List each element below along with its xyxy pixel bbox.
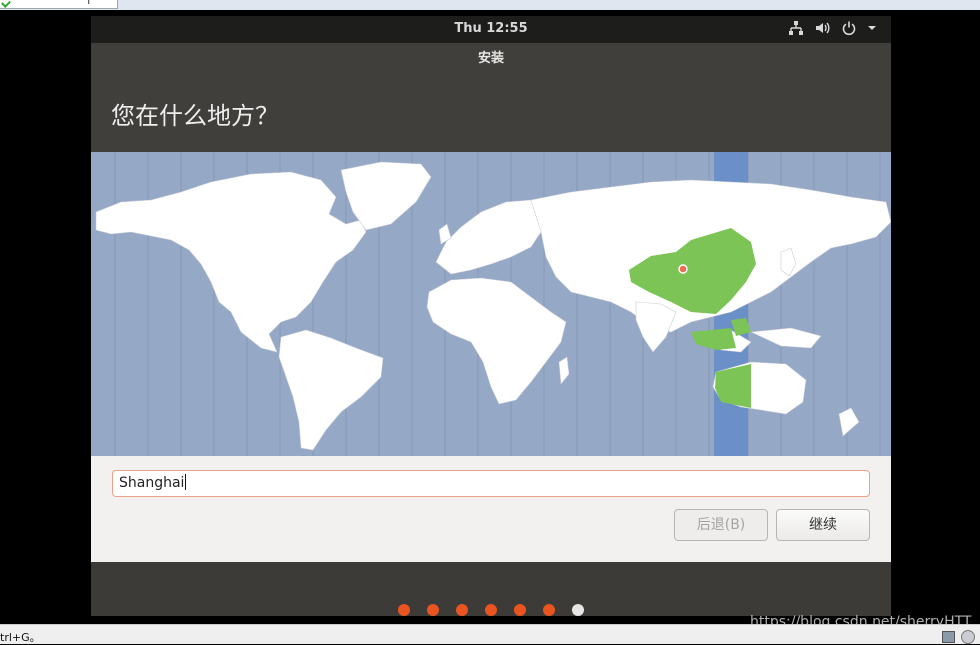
world-landmass [95,161,891,451]
progress-dot [543,604,555,616]
status-hint: trl+G。 [0,631,41,644]
top-panel: Thu 12:55 [91,16,891,43]
location-input[interactable]: Shanghai [112,470,870,497]
progress-dot [456,604,468,616]
network-status-icon[interactable] [961,630,975,644]
back-button[interactable]: 后退(B) [674,509,768,541]
timezone-map[interactable] [91,152,891,456]
host-status-bar: trl+G。 [0,624,980,644]
display-icon[interactable] [942,631,955,643]
network-icon[interactable] [788,20,804,36]
continue-button[interactable]: 继续 [776,509,870,541]
host-window-top-strip: T [0,0,980,10]
host-tab[interactable]: T [0,0,118,9]
volume-icon[interactable] [814,20,831,36]
selected-city-marker[interactable] [678,264,688,274]
system-tray[interactable] [788,20,877,36]
progress-dot [572,604,584,616]
window-title: 安装 [91,43,891,75]
power-icon[interactable] [841,20,857,36]
progress-dot [485,604,497,616]
page-title: 您在什么地方？ [111,102,279,130]
header-area: 您在什么地方？ [91,75,891,152]
progress-dot [514,604,526,616]
ubuntu-installer-screen: Thu 12:55 安装 您在什么地方？ Shanghai 后退(B) 继续 [91,16,891,616]
location-input-value: Shanghai [119,475,185,491]
check-icon [1,0,11,8]
location-form: Shanghai 后退(B) 继续 [91,456,891,562]
clock[interactable]: Thu 12:55 [91,21,891,36]
host-tab-label: T [86,0,92,7]
progress-dot [398,604,410,616]
text-caret [185,474,187,490]
chevron-down-icon[interactable] [867,20,877,36]
progress-dot [427,604,439,616]
